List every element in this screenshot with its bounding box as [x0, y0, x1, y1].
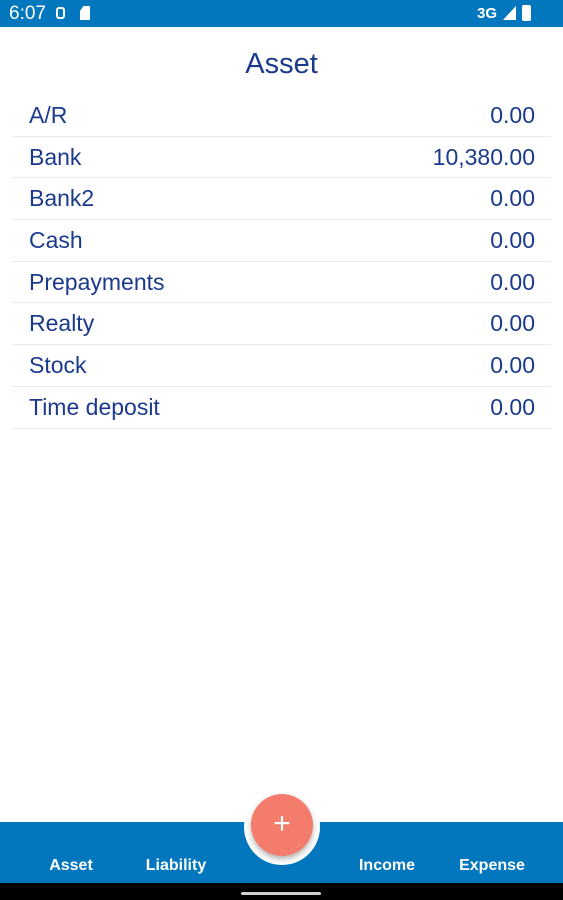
account-name: Prepayments — [29, 268, 165, 295]
account-name: Cash — [29, 227, 83, 254]
account-amount: 0.00 — [490, 352, 535, 379]
status-bar: 6:07 3G — [0, 0, 563, 27]
account-amount: 0.00 — [490, 185, 535, 212]
account-row-cash[interactable]: Cash 0.00 — [12, 220, 551, 262]
account-row-bank[interactable]: Bank 10,380.00 — [12, 137, 551, 179]
gesture-handle[interactable] — [241, 892, 321, 895]
nav-tab-asset[interactable]: Asset — [21, 857, 121, 875]
account-amount: 0.00 — [490, 102, 535, 128]
add-button[interactable]: + — [251, 794, 313, 856]
account-amount: 0.00 — [490, 268, 535, 295]
nav-tab-income[interactable]: Income — [337, 857, 437, 875]
account-name: Stock — [29, 352, 87, 379]
network-type: 3G — [477, 5, 498, 22]
account-name: Bank2 — [29, 185, 95, 212]
account-row-stock[interactable]: Stock 0.00 — [12, 345, 551, 387]
nav-tab-liability[interactable]: Liability — [126, 857, 226, 875]
account-row-time-deposit[interactable]: Time deposit 0.00 — [12, 387, 551, 429]
sd-card-icon — [80, 6, 90, 20]
account-row-prepayments[interactable]: Prepayments 0.00 — [12, 262, 551, 304]
account-row-ar[interactable]: A/R 0.00 — [12, 95, 551, 137]
page-title: Asset — [245, 48, 318, 80]
account-name: A/R — [29, 102, 68, 128]
account-name: Time deposit — [29, 393, 160, 420]
status-time: 6:07 — [9, 3, 46, 24]
account-amount: 0.00 — [490, 393, 535, 420]
account-amount: 0.00 — [490, 310, 535, 337]
nav-tab-expense[interactable]: Expense — [442, 857, 542, 875]
battery-icon — [522, 5, 531, 21]
account-row-realty[interactable]: Realty 0.00 — [12, 303, 551, 346]
account-list: A/R 0.00 Bank 10,380.00 Bank2 0.00 Cash … — [12, 95, 551, 429]
account-amount: 0.00 — [490, 227, 535, 254]
account-name: Bank — [29, 143, 82, 170]
account-amount: 10,380.00 — [432, 143, 535, 170]
signal-icon — [503, 6, 516, 20]
account-name: Realty — [29, 310, 95, 337]
s-icon — [56, 7, 65, 19]
account-row-bank2[interactable]: Bank2 0.00 — [12, 178, 551, 221]
